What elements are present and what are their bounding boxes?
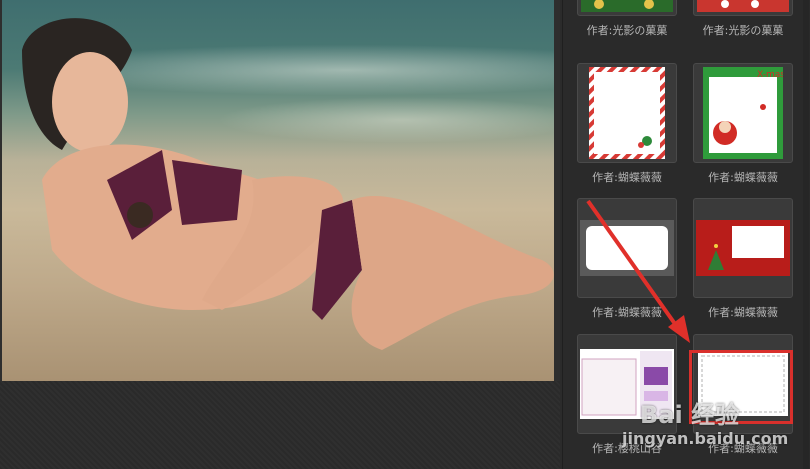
edited-photo [2,0,554,381]
photo-canvas[interactable] [0,0,560,469]
christmas-frame-icon [581,0,673,12]
baidu-watermark: Bai 经验 jingyan.baidu.com [600,395,800,455]
red-christmas-card-icon [696,220,790,276]
template-author: 作者:蝴蝶薇薇 [708,306,778,319]
template-thumbnail[interactable]: X-mas [693,63,793,163]
template-thumbnail[interactable] [693,198,793,298]
template-thumbnail[interactable] [693,0,793,16]
candy-stripe-frame-icon [589,67,665,159]
annotation-arrow-icon [586,199,690,343]
template-author: 作者:光影の菓菓 [586,24,668,37]
santa-frame-icon: X-mas [703,67,783,159]
canvas-background [0,381,560,469]
template-author: 作者:光影の菓菓 [702,24,784,37]
template-item[interactable]: 作者:蝴蝶薇薇 [577,63,681,184]
template-author: 作者:蝴蝶薇薇 [592,171,662,184]
christmas-frame-icon [697,0,789,12]
xmas-label: X-mas [757,70,783,80]
template-thumbnail[interactable] [577,0,677,16]
template-author: 作者:蝴蝶薇薇 [708,171,778,184]
photo-subject [22,18,554,350]
watermark-brand: Bai 经验 [640,401,740,429]
template-item[interactable]: X-mas 作者:蝴蝶薇薇 [693,63,797,184]
template-item[interactable]: 作者:蝴蝶薇薇 [693,198,797,319]
template-thumbnail[interactable] [577,63,677,163]
watermark-url: jingyan.baidu.com [622,429,789,448]
template-item[interactable]: 作者:光影の菓菓 [577,0,681,37]
template-scrollbar[interactable] [803,0,809,469]
template-item[interactable]: 作者:光影の菓菓 [693,0,797,37]
